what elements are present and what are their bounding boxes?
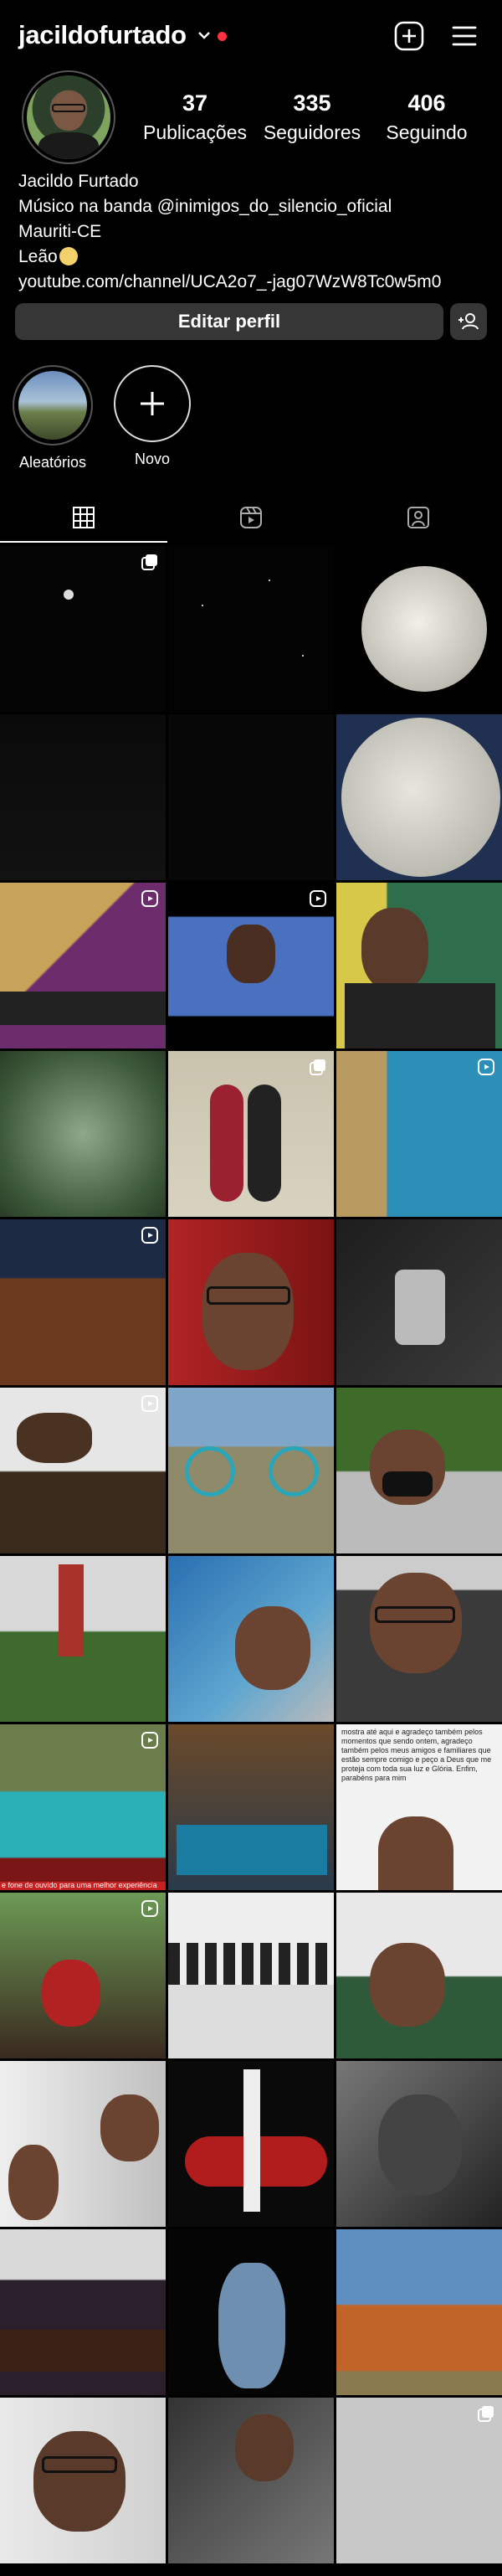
- post-thumbnail[interactable]: [0, 1556, 166, 1722]
- new-highlight-ring: [114, 365, 191, 442]
- post-thumbnail[interactable]: [336, 1556, 502, 1722]
- bio-link[interactable]: youtube.com/channel/UCA2o7_-jag07WzW8Tc0…: [18, 270, 441, 295]
- post-thumbnail[interactable]: [168, 2229, 334, 2395]
- bio-sign-text: Leão: [18, 247, 58, 266]
- reel-icon: [141, 1227, 158, 1244]
- tab-tagged[interactable]: [335, 494, 502, 543]
- tagged-icon: [407, 507, 429, 528]
- followers-count-label: Seguidores: [263, 121, 361, 143]
- username-switcher[interactable]: jacildofurtado: [18, 20, 187, 50]
- post-thumbnail[interactable]: [0, 883, 166, 1048]
- followers-count-value: 335: [293, 90, 331, 116]
- post-thumbnail[interactable]: [168, 883, 334, 1048]
- post-thumbnail[interactable]: [0, 546, 166, 712]
- post-thumbnail[interactable]: [168, 2398, 334, 2563]
- carousel-icon: [310, 1059, 325, 1075]
- post-thumbnail[interactable]: [336, 2398, 502, 2563]
- post-thumbnail[interactable]: [168, 1724, 334, 1890]
- bio-line-sign: Leão: [18, 245, 441, 270]
- post-thumbnail[interactable]: [0, 714, 166, 880]
- menu-icon[interactable]: [448, 20, 480, 52]
- carousel-icon: [141, 554, 157, 570]
- profile-tabs: [0, 494, 502, 543]
- post-thumbnail[interactable]: [168, 1893, 334, 2058]
- post-thumbnail[interactable]: [168, 714, 334, 880]
- post-thumbnail[interactable]: mostra até aqui e agradeço também pelos …: [336, 1724, 502, 1890]
- leo-emoji-icon: [59, 247, 78, 265]
- post-thumbnail[interactable]: [336, 1893, 502, 2058]
- tab-reels[interactable]: [167, 494, 335, 543]
- posts-count-value: 37: [182, 90, 208, 116]
- highlight-new[interactable]: Novo: [106, 365, 198, 468]
- post-thumbnail[interactable]: [336, 1219, 502, 1385]
- highlight-cover: [18, 371, 87, 440]
- post-thumbnail[interactable]: [168, 1556, 334, 1722]
- followers-count[interactable]: 335 Seguidores: [254, 90, 371, 144]
- tab-posts[interactable]: [0, 494, 167, 543]
- profile-avatar[interactable]: [27, 75, 110, 159]
- posts-count-label: Publicações: [142, 121, 248, 143]
- highlight-label: Novo: [134, 451, 171, 467]
- discover-people-button[interactable]: [450, 303, 487, 340]
- following-count-value: 406: [407, 90, 446, 116]
- bio-line-location: Mauriti-CE: [18, 222, 102, 241]
- post-thumbnail[interactable]: [0, 1051, 166, 1217]
- post-thumbnail[interactable]: [0, 1219, 166, 1385]
- plus-icon: [141, 392, 164, 415]
- reel-caption-snippet: e fone de ouvido para uma melhor experiê…: [2, 1881, 157, 1889]
- post-thumbnail[interactable]: [168, 1219, 334, 1385]
- following-count-label: Seguindo: [386, 121, 468, 143]
- carousel-icon: [478, 2406, 494, 2422]
- reel-icon: [478, 1059, 494, 1075]
- grid-icon: [73, 507, 95, 528]
- edit-profile-button[interactable]: Editar perfil: [15, 303, 443, 340]
- profile-name: Jacildo Furtado: [18, 172, 139, 191]
- post-thumbnail[interactable]: [336, 1388, 502, 1553]
- post-thumbnail[interactable]: e fone de ouvido para uma melhor experiê…: [0, 1724, 166, 1890]
- highlight-label: Aleatórios: [18, 454, 87, 471]
- highlight-aleatorios[interactable]: Aleatórios: [7, 365, 99, 471]
- post-thumbnail[interactable]: [336, 714, 502, 880]
- add-user-icon: [458, 313, 479, 330]
- post-thumbnail[interactable]: [168, 1051, 334, 1217]
- top-bar: jacildofurtado: [0, 0, 502, 72]
- profile-bio: Jacildo Furtado Músico na banda @inimigo…: [18, 169, 441, 295]
- post-thumbnail[interactable]: [168, 1388, 334, 1553]
- reel-icon: [141, 1900, 158, 1917]
- highlight-ring: [13, 365, 93, 446]
- reel-icon: [141, 1732, 158, 1749]
- post-thumbnail[interactable]: [336, 2061, 502, 2227]
- post-thumbnail[interactable]: [0, 2229, 166, 2395]
- notification-dot: [218, 32, 227, 41]
- post-thumbnail[interactable]: [336, 1051, 502, 1217]
- reel-icon: [141, 1395, 158, 1412]
- bio-line-band[interactable]: Músico na banda @inimigos_do_silencio_of…: [18, 194, 441, 219]
- post-thumbnail[interactable]: [336, 546, 502, 712]
- post-thumbnail[interactable]: [0, 2398, 166, 2563]
- post-thumbnail[interactable]: [336, 883, 502, 1048]
- chevron-down-icon[interactable]: [196, 27, 213, 44]
- reel-icon: [310, 890, 326, 907]
- create-post-icon[interactable]: [393, 20, 425, 52]
- post-caption-snippet: mostra até aqui e agradeço também pelos …: [341, 1728, 492, 1782]
- post-thumbnail[interactable]: [168, 546, 334, 712]
- reels-icon: [240, 507, 262, 528]
- following-count[interactable]: 406 Seguindo: [368, 90, 485, 144]
- post-thumbnail[interactable]: [168, 2061, 334, 2227]
- post-thumbnail[interactable]: [0, 1388, 166, 1553]
- reel-icon: [141, 890, 158, 907]
- posts-count[interactable]: 37 Publicações: [136, 90, 254, 144]
- post-thumbnail[interactable]: [0, 1893, 166, 2058]
- post-thumbnail[interactable]: [336, 2229, 502, 2395]
- post-thumbnail[interactable]: [0, 2061, 166, 2227]
